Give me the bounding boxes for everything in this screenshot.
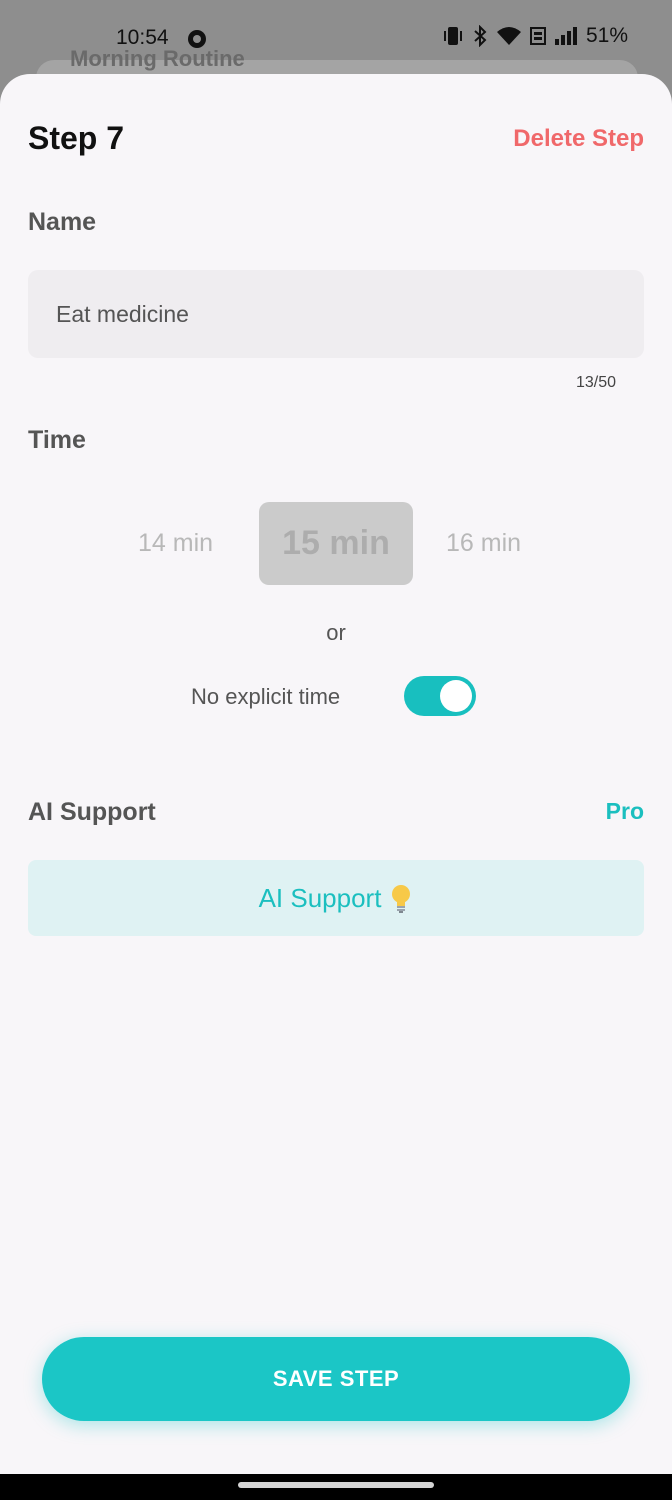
name-input-value: Eat medicine <box>56 300 189 327</box>
ai-support-button[interactable]: AI Support <box>28 860 644 936</box>
battery-percent: 51% <box>585 24 628 47</box>
ai-support-button-label: AI Support <box>258 882 382 913</box>
time-label: Time <box>28 426 86 454</box>
lightbulb-icon <box>392 885 411 913</box>
no-explicit-time-label: No explicit time <box>191 684 341 709</box>
sheet-title: Step 7 <box>28 120 125 156</box>
home-indicator[interactable] <box>238 1482 434 1488</box>
name-label: Name <box>28 208 97 236</box>
toggle-knob <box>440 680 472 712</box>
pro-badge: Pro <box>605 798 644 824</box>
edit-step-sheet: Step 7 Delete Step Name Eat medicine 13/… <box>0 74 672 1474</box>
char-count: 13/50 <box>575 374 616 391</box>
time-option-prev[interactable]: 14 min <box>138 529 213 558</box>
status-icons: 51% <box>442 24 628 48</box>
or-divider-text: or <box>326 620 346 645</box>
time-option-selected[interactable]: 15 min <box>259 502 413 585</box>
delete-step-button[interactable]: Delete Step <box>513 125 644 153</box>
ai-support-label: AI Support <box>28 798 156 826</box>
name-input[interactable]: Eat medicine <box>28 270 644 358</box>
status-time: 10:54 <box>116 26 169 49</box>
bluetooth-icon <box>474 25 487 47</box>
volte-icon <box>529 27 546 45</box>
time-option-next[interactable]: 16 min <box>446 529 521 558</box>
vibrate-icon <box>443 27 462 45</box>
signal-icon <box>554 27 577 45</box>
notification-app-icon <box>188 30 206 48</box>
save-step-button[interactable]: SAVE STEP <box>42 1337 630 1421</box>
navigation-bar <box>0 1474 672 1500</box>
no-explicit-time-toggle[interactable] <box>404 676 476 716</box>
wifi-icon <box>496 27 521 45</box>
status-bar: 10:54 51% <box>0 0 672 74</box>
